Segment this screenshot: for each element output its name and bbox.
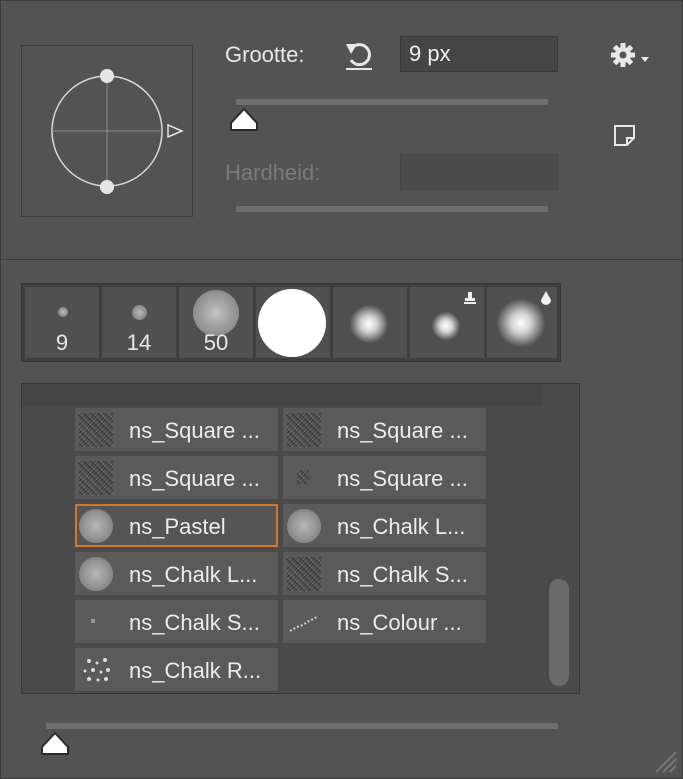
brush-name: ns_Chalk R... <box>129 658 262 683</box>
brush-thumbnail <box>287 413 321 447</box>
brush-name: ns_Chalk S... <box>129 610 260 635</box>
size-input[interactable] <box>400 36 558 72</box>
section-divider <box>0 259 683 260</box>
preset-brush[interactable]: 14 <box>102 287 176 358</box>
brush-thumbnail <box>91 619 95 623</box>
brush-thumbnail <box>297 470 309 484</box>
hardness-label: Hardheid: <box>225 160 321 185</box>
brush-thumbnail <box>79 461 113 495</box>
list-item[interactable]: ns_Chalk S... <box>75 600 278 643</box>
brush-name: ns_Chalk L... <box>129 562 258 587</box>
pressure-drop-icon <box>539 290 553 306</box>
list-item[interactable]: ns_Chalk L... <box>75 552 278 595</box>
thumbnail-size-slider-thumb[interactable] <box>40 730 70 756</box>
brush-list-scrollbar[interactable] <box>549 579 569 686</box>
list-item[interactable]: ns_Square ... <box>75 408 278 451</box>
brush-tip-preview[interactable] <box>21 45 193 217</box>
brush-name: ns_Square ... <box>129 418 260 443</box>
list-item[interactable]: ns_Square ... <box>283 456 486 499</box>
list-item[interactable]: ns_Chalk R... <box>75 648 278 691</box>
brush-list: ns_Square ... ns_Square ... ns_Square ..… <box>21 383 580 694</box>
brush-thumbnail <box>79 653 113 687</box>
soft-round-thumbnail <box>350 305 388 343</box>
resize-grip-icon[interactable] <box>652 748 678 774</box>
preset-brush[interactable] <box>256 287 330 358</box>
angle-roundness-widget[interactable] <box>22 46 192 216</box>
hardness-input[interactable] <box>400 154 558 190</box>
brush-name: ns_Square ... <box>337 418 468 443</box>
list-item[interactable]: ns_Chalk S... <box>283 552 486 595</box>
preset-size: 14 <box>126 330 152 355</box>
preset-brush[interactable] <box>410 287 484 358</box>
soft-round-thumbnail <box>497 299 545 347</box>
brush-thumbnail <box>287 605 321 639</box>
preset-size: 50 <box>203 330 229 355</box>
brush-list-header <box>22 384 542 406</box>
size-slider-track[interactable] <box>236 99 548 105</box>
brush-name: ns_Colour ... <box>337 610 462 635</box>
roundness-handle-top[interactable] <box>100 69 114 83</box>
new-preset-icon[interactable] <box>613 124 637 148</box>
list-item[interactable]: ns_Square ... <box>75 456 278 499</box>
brush-thumbnail <box>287 509 321 543</box>
thumbnail-size-slider-track[interactable] <box>46 723 558 729</box>
preset-brush[interactable] <box>487 287 557 358</box>
stamp-icon <box>463 291 477 305</box>
preset-brush[interactable]: 50 <box>179 287 253 358</box>
brush-thumbnail <box>79 509 113 543</box>
brush-thumbnail <box>79 557 113 591</box>
brush-name: ns_Square ... <box>129 466 260 491</box>
brush-tip-thumbnail <box>132 305 147 320</box>
size-slider-thumb[interactable] <box>229 106 259 132</box>
brush-name: ns_Pastel <box>129 514 226 539</box>
list-item[interactable]: ns_Colour ... <box>283 600 486 643</box>
brush-tip-thumbnail <box>58 307 68 317</box>
gear-icon[interactable] <box>608 40 652 70</box>
hard-round-thumbnail <box>258 289 326 357</box>
brush-thumbnail <box>287 557 321 591</box>
angle-arrow-icon[interactable] <box>167 123 184 139</box>
brush-name: ns_Chalk S... <box>337 562 468 587</box>
size-label: Grootte: <box>225 42 305 67</box>
list-item[interactable]: ns_Square ... <box>283 408 486 451</box>
list-item-selected[interactable]: ns_Pastel <box>75 504 278 547</box>
preset-brush[interactable]: 9 <box>25 287 99 358</box>
brush-thumbnail <box>79 413 113 447</box>
preset-size: 9 <box>55 330 69 355</box>
brush-name: ns_Square ... <box>337 466 468 491</box>
reset-icon[interactable] <box>343 38 375 72</box>
list-item[interactable]: ns_Chalk L... <box>283 504 486 547</box>
preset-brush[interactable] <box>333 287 407 358</box>
recent-brushes-bar: 9 14 50 <box>21 283 561 362</box>
hardness-slider-track[interactable] <box>236 206 548 212</box>
soft-round-thumbnail <box>432 312 460 340</box>
roundness-handle-bottom[interactable] <box>100 180 114 194</box>
brush-name: ns_Chalk L... <box>337 514 466 539</box>
